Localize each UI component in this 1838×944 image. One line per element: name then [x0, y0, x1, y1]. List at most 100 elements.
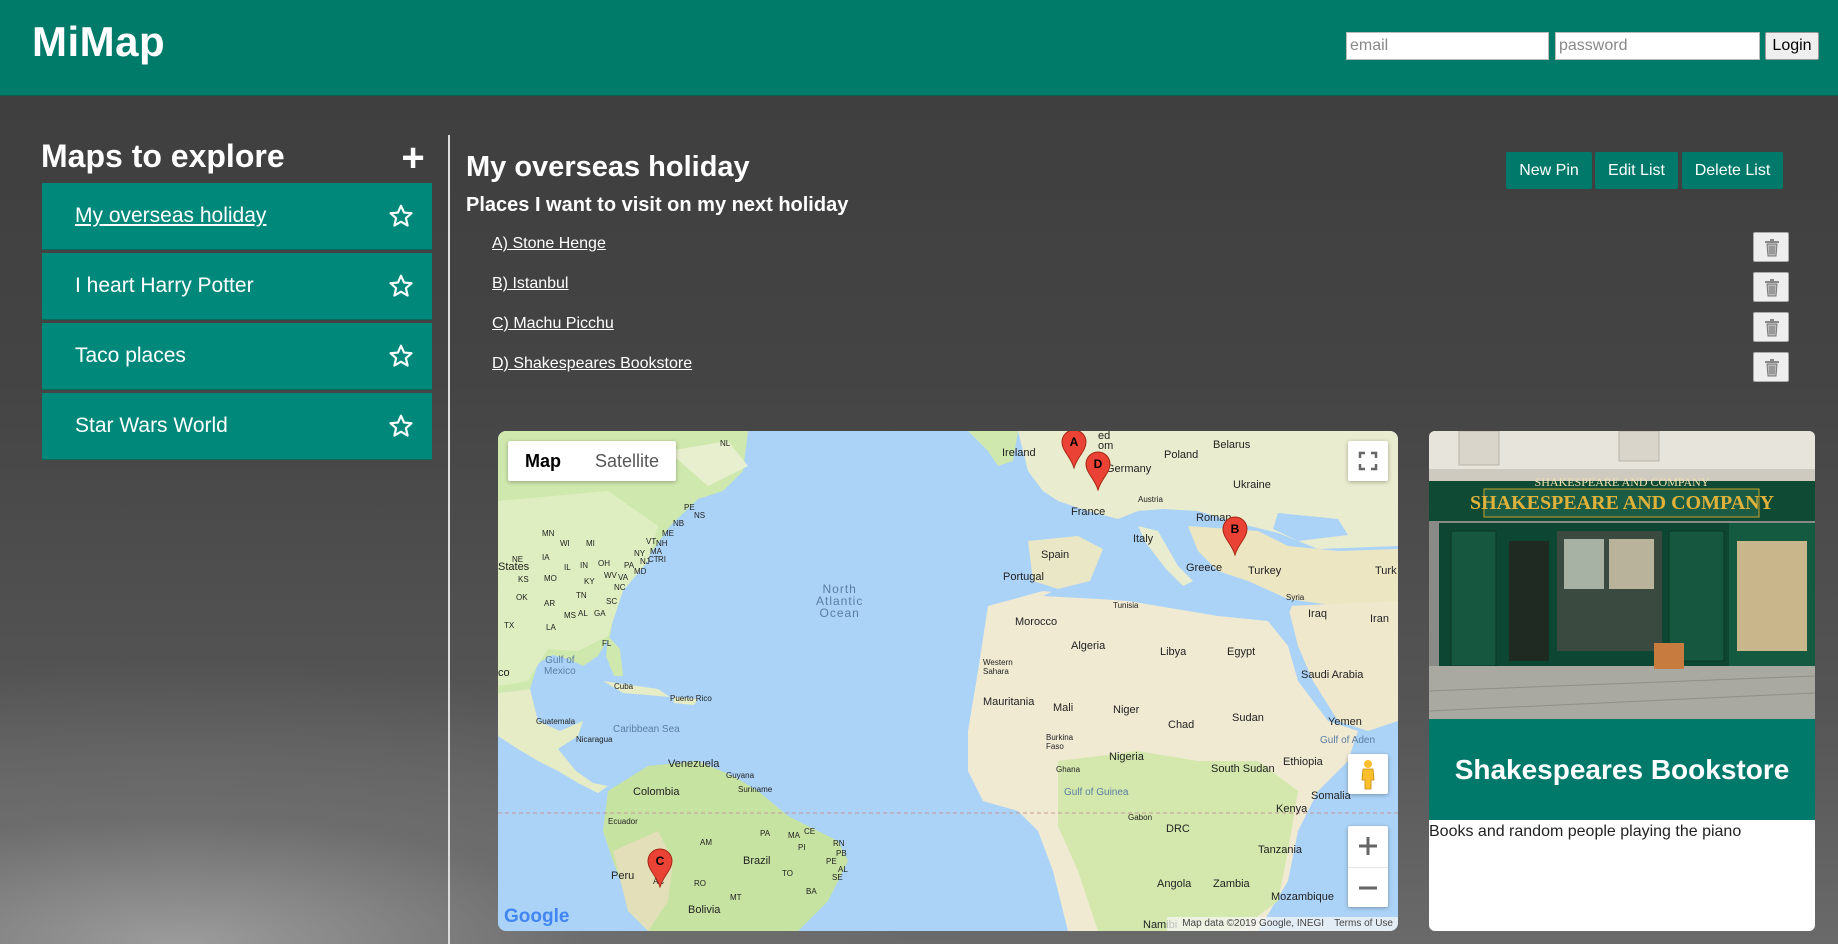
star-icon[interactable] — [388, 413, 414, 439]
map-label: AM — [700, 838, 712, 847]
sidebar-item-harry-potter[interactable]: I heart Harry Potter — [42, 253, 432, 320]
map-label: ME — [662, 529, 674, 538]
map-label: Tunisia — [1113, 601, 1139, 610]
map-label: Portugal — [1003, 571, 1044, 583]
map-label: MN — [542, 529, 555, 538]
edit-list-button[interactable]: Edit List — [1595, 152, 1678, 189]
map-label: NE — [512, 555, 524, 564]
map-label: Saudi Arabia — [1301, 669, 1364, 681]
map-label: Poland — [1164, 449, 1199, 461]
map-label: Zambia — [1213, 878, 1250, 890]
map-label: Iran — [1370, 613, 1389, 625]
map-label: co — [498, 667, 510, 679]
map-label: PA — [624, 561, 635, 570]
pin-link-istanbul[interactable]: B) Istanbul — [492, 275, 568, 293]
map-label: Egypt — [1227, 646, 1256, 658]
map-label: Niger — [1113, 704, 1140, 716]
map-marker-b[interactable]: B — [1222, 516, 1248, 556]
map-label: Caribbean Sea — [613, 724, 680, 735]
map-label: Libya — [1160, 646, 1187, 658]
place-card: SHAKESPEARE AND COMPANY SHAKESPEARE AND … — [1429, 431, 1815, 931]
new-pin-button[interactable]: New Pin — [1506, 152, 1592, 189]
map-label: Austria — [1138, 495, 1163, 504]
zoom-in-button[interactable] — [1348, 826, 1388, 866]
sidebar-item-my-overseas-holiday[interactable]: My overseas holiday — [42, 183, 432, 250]
map-label: TX — [504, 621, 515, 630]
map-label: LA — [546, 623, 556, 632]
star-icon[interactable] — [388, 203, 414, 229]
map-label: Gulf of Aden — [1320, 735, 1376, 746]
zoom-out-button[interactable] — [1348, 867, 1388, 907]
world-map[interactable]: Ireland ed om Germany Poland Belarus Ukr… — [498, 431, 1398, 931]
map-marker-d[interactable]: D — [1085, 451, 1111, 491]
map-label: GA — [594, 609, 606, 618]
map-label: SC — [606, 597, 618, 606]
map-type-satellite-button[interactable]: Satellite — [578, 441, 676, 481]
app-logo[interactable]: MiMap — [32, 18, 165, 66]
map-label: Burkina Faso — [1046, 733, 1074, 751]
google-logo[interactable]: Google — [504, 906, 569, 928]
map-label: IA — [542, 553, 550, 562]
email-field[interactable] — [1346, 32, 1549, 60]
map-label: Suriname — [738, 785, 773, 794]
photo-sign-top: SHAKESPEARE AND COMPANY — [1535, 475, 1710, 489]
map-marker-c[interactable]: C — [647, 848, 673, 888]
map-label: Ecuador — [608, 817, 638, 826]
map-marker-a[interactable]: A — [1061, 431, 1087, 469]
map-label: Tanzania — [1258, 844, 1303, 856]
minus-icon — [1359, 886, 1377, 890]
map-label: Cuba — [614, 682, 634, 691]
sidebar-title: Maps to explore — [41, 138, 285, 174]
map-label: Turk — [1375, 565, 1397, 577]
street-view-pegman[interactable] — [1348, 754, 1388, 794]
add-map-button[interactable]: + — [398, 138, 428, 178]
map-data-credit: Map data ©2019 Google, INEGI — [1182, 918, 1325, 929]
map-label: RO — [694, 879, 706, 888]
map-label: NB — [673, 519, 685, 528]
pin-link-machu-picchu[interactable]: C) Machu Picchu — [492, 315, 614, 333]
login-button[interactable]: Login — [1765, 32, 1819, 60]
map-label: NC — [614, 583, 626, 592]
fullscreen-button[interactable] — [1348, 441, 1388, 481]
delete-list-button[interactable]: Delete List — [1682, 152, 1783, 189]
map-label: NL — [720, 439, 731, 448]
map-label: TN — [576, 591, 587, 600]
map-label: FL — [602, 639, 612, 648]
map-type-map-button[interactable]: Map — [508, 441, 578, 481]
star-icon[interactable] — [388, 343, 414, 369]
map-label: MO — [544, 574, 557, 583]
delete-pin-button[interactable] — [1753, 232, 1789, 262]
map-label: AR — [544, 599, 556, 608]
delete-pin-button[interactable] — [1753, 312, 1789, 342]
map-label: VT — [646, 537, 657, 546]
pin-link-stone-henge[interactable]: A) Stone Henge — [492, 235, 606, 253]
map-label: MI — [586, 539, 595, 548]
map-label: RN — [833, 839, 845, 848]
sidebar-item-star-wars-world[interactable]: Star Wars World — [42, 393, 432, 460]
pin-link-shakespeares-bookstore[interactable]: D) Shakespeares Bookstore — [492, 355, 692, 373]
map-label: Turkey — [1248, 565, 1282, 577]
map-label: Mali — [1053, 702, 1074, 714]
map-label: Guyana — [726, 771, 755, 780]
sidebar-item-taco-places[interactable]: Taco places — [42, 323, 432, 390]
marker-label: A — [1070, 435, 1079, 449]
delete-pin-button[interactable] — [1753, 272, 1789, 302]
map-label: NH — [656, 539, 668, 548]
marker-label: B — [1231, 522, 1240, 536]
password-field[interactable] — [1555, 32, 1760, 60]
map-label: Iraq — [1308, 608, 1327, 620]
map-label: Western Sahara — [983, 658, 1013, 676]
delete-pin-button[interactable] — [1753, 352, 1789, 382]
map-label: Gulf of Mexico — [544, 655, 576, 677]
map-label: Brazil — [743, 855, 771, 867]
photo-sign-main: SHAKESPEARE AND COMPANY — [1470, 492, 1775, 514]
map-type-control: Map Satellite — [508, 441, 677, 481]
terms-link[interactable]: Terms of Use — [1334, 918, 1393, 929]
zoom-control — [1348, 826, 1388, 907]
map-label: Syria — [1286, 593, 1305, 602]
map-label: Spain — [1041, 549, 1070, 561]
map-label: Gulf of Guinea — [1064, 787, 1129, 798]
sidebar-item-label: I heart Harry Potter — [75, 274, 254, 297]
map-canvas — [498, 431, 1398, 931]
star-icon[interactable] — [388, 273, 414, 299]
